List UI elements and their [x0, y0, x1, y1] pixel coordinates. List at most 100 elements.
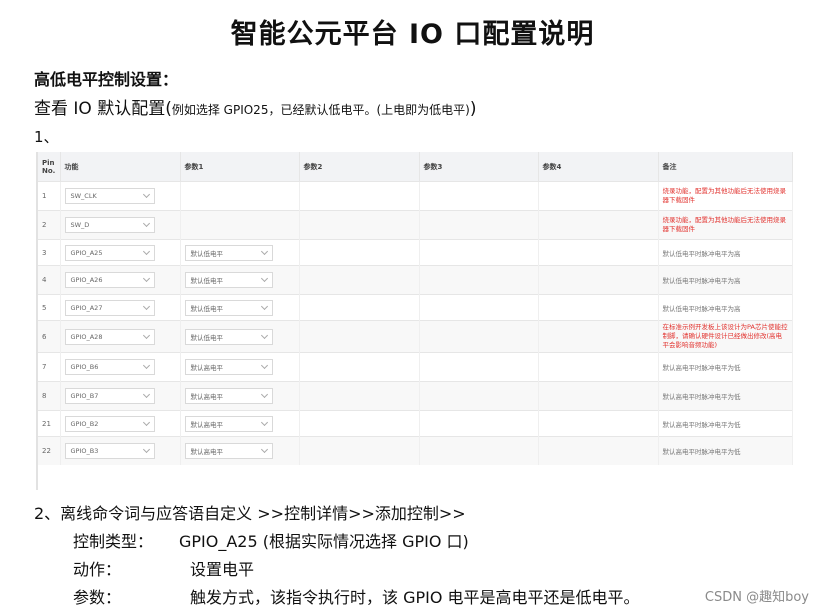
pin-cell: 7 [38, 352, 61, 382]
param2-cell [299, 352, 420, 382]
table-row: 1 SW_CLK 烧录功能，配置为其他功能后无法使用烧录器下载固件 [38, 181, 793, 211]
table-row: 5 GPIO_A27 默认低电平 默认低电平时脉冲电平为高 [38, 294, 793, 321]
param1-select[interactable]: 默认低电平 [184, 272, 273, 288]
note-text: 默认高电平时脉冲电平为低 [662, 420, 741, 429]
chevron-down-icon [142, 418, 150, 426]
note-cell: 烧录功能，配置为其他功能后无法使用烧录器下载固件 [658, 210, 793, 240]
function-select[interactable]: GPIO_B6 [64, 359, 155, 375]
detail-label: 动作： [73, 560, 122, 579]
param2-cell [299, 265, 420, 295]
function-select[interactable]: GPIO_A25 [64, 244, 155, 261]
function-cell: GPIO_A28 [60, 320, 181, 353]
col-header-pin: Pin No. [38, 152, 61, 182]
chevron-down-icon [260, 302, 268, 310]
param3-cell [419, 210, 539, 240]
note-text: 默认低电平时脉冲电平为高 [662, 249, 741, 258]
detail-value: 设置电平 [190, 560, 255, 579]
function-select-value: GPIO_B6 [70, 363, 99, 371]
function-select[interactable]: GPIO_B7 [64, 388, 155, 404]
param4-cell [538, 381, 659, 411]
note-cell: 在标准示例开发板上该设计为PA芯片使能控制脚，请确认硬件设计已经做出修改(高电平… [658, 320, 793, 353]
note-cell: 默认低电平时脉冲电平为高 [658, 294, 793, 321]
note-text: 在标准示例开发板上该设计为PA芯片使能控制脚，请确认硬件设计已经做出修改(高电平… [662, 323, 788, 349]
param2-cell [299, 239, 420, 266]
note-text: 默认低电平时脉冲电平为高 [662, 277, 741, 285]
function-select[interactable]: GPIO_B2 [64, 415, 155, 432]
intro-end: ) [469, 99, 477, 119]
param4-cell [538, 436, 659, 465]
table-row: 22 GPIO_B3 默认高电平 默认高电平时脉冲电平为低 [38, 436, 793, 465]
pin-cell: 3 [38, 239, 61, 266]
table-row: 3 GPIO_A25 默认低电平 默认低电平时脉冲电平为高 [38, 239, 793, 266]
pin-cell: 4 [38, 265, 61, 295]
col-header-param4: 参数4 [538, 152, 659, 182]
detail-params: 参数： 触发方式，该指令执行时，该 GPIO 电平是高电平还是低电平。 [73, 584, 640, 608]
function-cell: GPIO_B3 [60, 436, 181, 465]
param3-cell [419, 381, 539, 411]
detail-label: 控制类型： [73, 532, 154, 551]
left-divider [36, 152, 38, 490]
param1-select[interactable]: 默认高电平 [184, 443, 273, 459]
chevron-down-icon [142, 361, 150, 370]
pin-cell: 2 [38, 210, 61, 240]
detail-label: 参数： [73, 588, 122, 607]
note-cell: 烧录功能，配置为其他功能后无法使用烧录器下载固件 [658, 181, 793, 211]
chevron-down-icon [142, 274, 150, 283]
function-cell: GPIO_B7 [60, 381, 181, 411]
param1-select-value: 默认高电平 [190, 393, 224, 401]
param3-cell [419, 352, 539, 382]
param1-select[interactable]: 默认低电平 [184, 299, 273, 316]
function-select[interactable]: GPIO_B3 [64, 443, 155, 459]
intro-line: 查看 IO 默认配置(例如选择 GPIO25，已经默认低电平。(上电即为低电平)… [34, 94, 476, 119]
function-select-value: GPIO_A27 [70, 303, 103, 312]
param4-cell [538, 352, 659, 382]
function-select-value: GPIO_A28 [70, 332, 103, 341]
chevron-down-icon [142, 190, 150, 199]
param1-select[interactable]: 默认高电平 [184, 415, 273, 432]
function-select-value: GPIO_B7 [70, 392, 99, 400]
note-cell: 默认低电平时脉冲电平为高 [658, 265, 793, 295]
chevron-down-icon [260, 418, 268, 426]
function-select[interactable]: SW_CLK [64, 188, 155, 204]
param1-cell: 默认低电平 [180, 265, 300, 295]
function-cell: GPIO_A26 [60, 265, 181, 295]
param1-select[interactable]: 默认低电平 [184, 328, 273, 345]
pin-cell: 22 [38, 436, 61, 465]
chevron-down-icon [142, 390, 150, 399]
function-select[interactable]: GPIO_A27 [64, 299, 155, 316]
chevron-down-icon [260, 331, 268, 339]
function-cell: GPIO_B2 [60, 410, 181, 437]
function-select-value: GPIO_B2 [70, 419, 99, 428]
col-header-param2: 参数2 [299, 152, 420, 182]
param1-select[interactable]: 默认高电平 [184, 388, 273, 404]
param2-cell [299, 181, 420, 211]
param3-cell [419, 294, 539, 321]
param1-select-value: 默认高电平 [190, 448, 224, 456]
param3-cell [419, 239, 539, 266]
function-select-value: GPIO_A26 [70, 276, 103, 284]
param1-select-value: 默认低电平 [190, 304, 224, 313]
step-1-label: 1、 [34, 128, 59, 146]
param1-cell: 默认高电平 [180, 381, 300, 411]
function-select[interactable]: SW_D [64, 217, 155, 233]
function-select-value: SW_CLK [70, 192, 97, 200]
table-row: 4 GPIO_A26 默认低电平 默认低电平时脉冲电平为高 [38, 265, 793, 295]
chevron-down-icon [260, 390, 268, 399]
function-select-value: GPIO_A25 [70, 248, 103, 257]
note-text: 默认高电平时脉冲电平为低 [662, 364, 741, 372]
function-cell: SW_CLK [60, 181, 181, 211]
param1-select[interactable]: 默认高电平 [184, 359, 273, 375]
intro-small: 例如选择 GPIO25，已经默认低电平。(上电即为低电平) [171, 103, 470, 117]
pin-cell: 21 [38, 410, 61, 437]
function-select-value: GPIO_B3 [70, 447, 99, 455]
note-text: 烧录功能，配置为其他功能后无法使用烧录器下载固件 [662, 216, 787, 233]
function-select[interactable]: GPIO_A28 [64, 328, 155, 345]
param4-cell [538, 181, 659, 211]
chevron-down-icon [142, 247, 150, 255]
param1-select[interactable]: 默认低电平 [184, 244, 273, 261]
document-title: 智能公元平台 IO 口配置说明 [230, 19, 595, 50]
param1-cell: 默认低电平 [180, 239, 300, 266]
param3-cell [419, 436, 539, 465]
param4-cell [538, 320, 659, 353]
function-select[interactable]: GPIO_A26 [64, 272, 155, 288]
